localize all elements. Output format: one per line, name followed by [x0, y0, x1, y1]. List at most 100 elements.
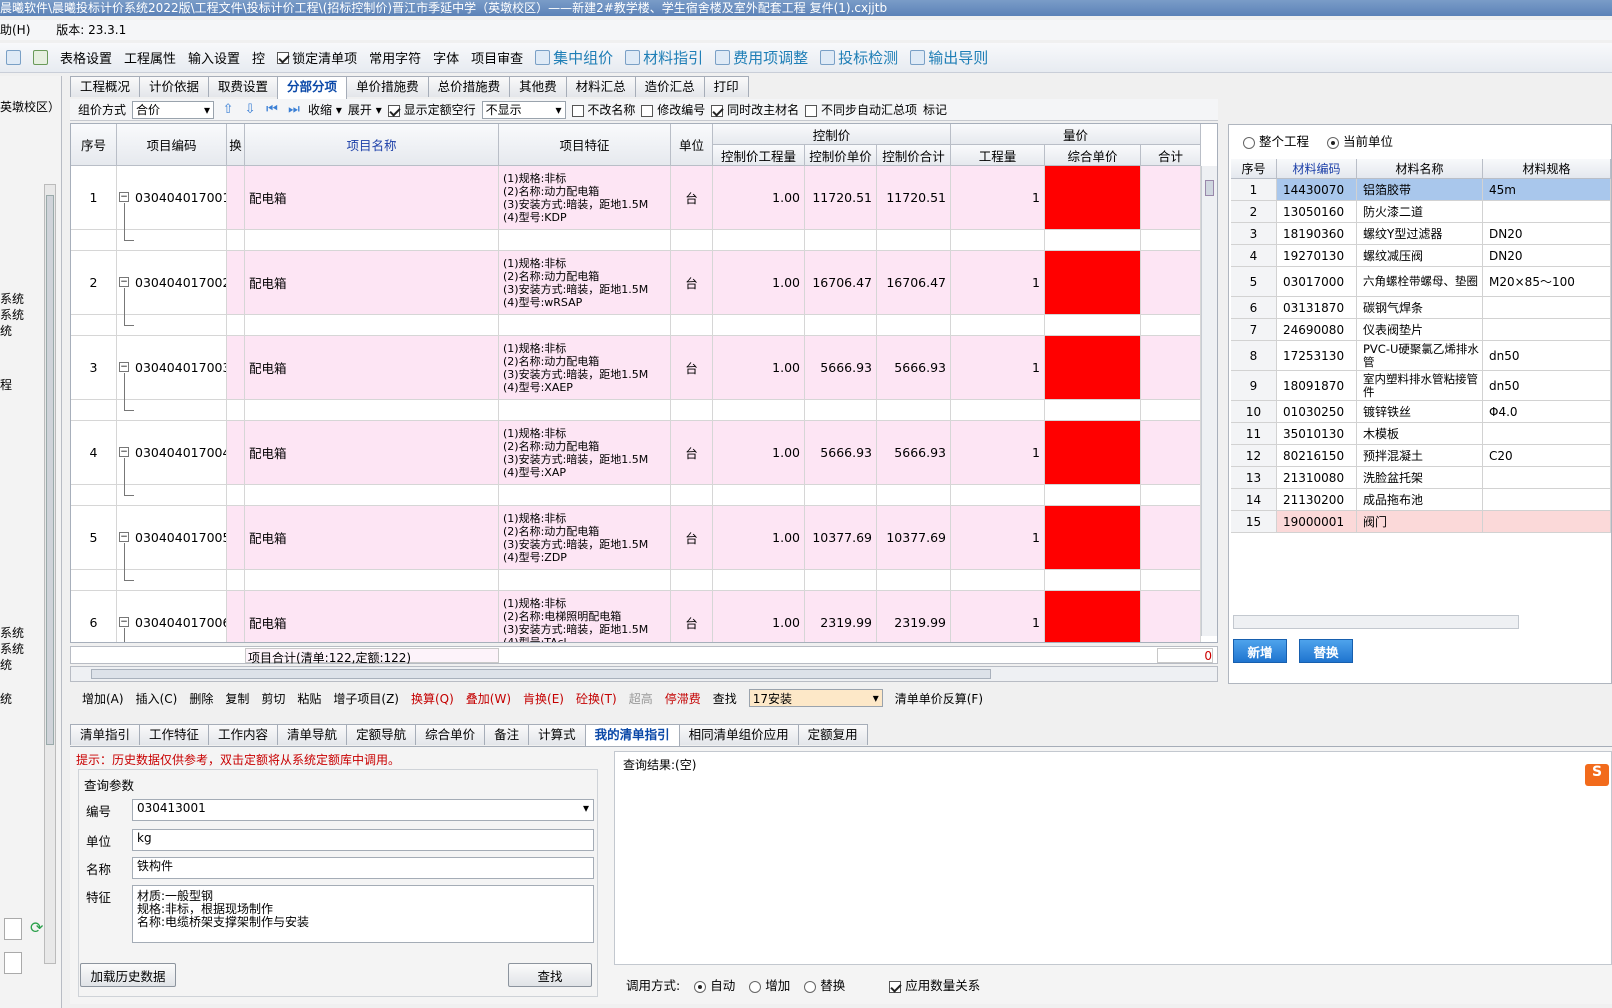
lock-items-checkbox[interactable]: 锁定清单项 [271, 48, 363, 67]
unit-cell[interactable]: 台 [671, 251, 713, 315]
total-cell[interactable] [1141, 506, 1201, 570]
sub-row-cell[interactable] [877, 400, 951, 421]
tab-list-guide[interactable]: 清单指引 [70, 724, 141, 745]
ctrl-total-cell[interactable]: 5666.93 [877, 421, 951, 485]
sync-main-checkbox[interactable]: 同时改主材名 [711, 101, 799, 118]
ctrl-price-cell[interactable]: 10377.69 [805, 506, 877, 570]
ctrl-qty-cell[interactable]: 1.00 [713, 506, 805, 570]
sub-row-cell[interactable] [671, 570, 713, 591]
sub-row-cell[interactable] [71, 570, 117, 591]
unit-field[interactable]: kg [132, 829, 594, 851]
sub-row-cell[interactable] [951, 485, 1045, 506]
checkbox-icon[interactable] [805, 104, 818, 117]
sub-row-cell[interactable] [1141, 485, 1201, 506]
tab-remark[interactable]: 备注 [484, 724, 530, 745]
material-hscrollbar[interactable] [1233, 615, 1519, 629]
col-unit[interactable]: 单位 [671, 124, 713, 166]
checkbox-icon[interactable] [641, 104, 654, 117]
col-ctrl-total[interactable]: 控制价合计 [877, 145, 951, 166]
name-cell[interactable]: 配电箱 [245, 251, 499, 315]
col-mat-name[interactable]: 材料名称 [1357, 159, 1483, 179]
mat-spec-cell[interactable]: Φ4.0 [1483, 401, 1611, 423]
ctrl-price-cell[interactable]: 16706.47 [805, 251, 877, 315]
seq-cell[interactable]: 2 [71, 251, 117, 315]
ctrl-qty-cell[interactable]: 1.00 [713, 421, 805, 485]
checkbox-icon[interactable] [387, 104, 400, 117]
mat-code-cell[interactable]: 03017000 [1277, 267, 1357, 297]
seq-cell[interactable]: 3 [71, 336, 117, 400]
mat-name-cell[interactable]: 螺纹减压阀 [1357, 245, 1483, 267]
tab-same-list[interactable]: 相同清单组价应用 [678, 724, 799, 745]
sub-row-cell[interactable] [1141, 570, 1201, 591]
mat-code-cell[interactable]: 14430070 [1277, 179, 1357, 201]
sub-row-cell[interactable] [227, 570, 245, 591]
input-settings-button[interactable]: 输入设置 [182, 48, 246, 67]
tab-quota-nav[interactable]: 定额导航 [346, 724, 417, 745]
sub-row-cell[interactable] [71, 315, 117, 336]
swap-cell[interactable] [227, 166, 245, 230]
sub-row-cell[interactable] [877, 315, 951, 336]
mat-name-cell[interactable]: 仪表阀垫片 [1357, 319, 1483, 341]
grid-icon[interactable] [0, 50, 27, 65]
sub-row-cell[interactable] [245, 485, 499, 506]
seq-cell[interactable]: 6 [71, 591, 117, 642]
collapse-toggle-icon[interactable]: − [119, 192, 129, 202]
mat-spec-cell[interactable] [1483, 319, 1611, 341]
mat-spec-cell[interactable]: M20×85～100 [1483, 267, 1611, 297]
tab-quota-reuse[interactable]: 定额复用 [797, 724, 868, 745]
sub-row-cell[interactable] [71, 400, 117, 421]
sub-row-cell[interactable] [805, 570, 877, 591]
mat-name-cell[interactable]: 预拌混凝土 [1357, 445, 1483, 467]
sub-row-cell[interactable] [877, 230, 951, 251]
font-button[interactable]: 字体 [427, 48, 465, 67]
sub-row-cell[interactable] [951, 400, 1045, 421]
tab-print[interactable]: 打印 [703, 76, 749, 97]
feature-cell[interactable]: (1)规格:非标 (2)名称:动力配电箱 (3)安装方式:暗装，距地1.5M (… [499, 336, 671, 400]
sub-row-cell[interactable] [245, 315, 499, 336]
unit-price-cell[interactable] [1045, 251, 1141, 315]
tree-node[interactable]: 程 [0, 376, 12, 393]
sub-row-cell[interactable] [713, 400, 805, 421]
seq-cell[interactable]: 1 [71, 166, 117, 230]
radio-icon[interactable] [694, 980, 707, 993]
mat-code-cell[interactable]: 19270130 [1277, 245, 1357, 267]
display-select[interactable]: 不显示 ▾ [481, 100, 566, 119]
mat-name-cell[interactable]: 镀锌铁丝 [1357, 401, 1483, 423]
sub-row-cell[interactable] [227, 230, 245, 251]
sub-row-cell[interactable] [877, 485, 951, 506]
radio-icon[interactable] [1327, 136, 1339, 149]
move-up-icon[interactable]: ⇧ [220, 102, 236, 118]
collapse-toggle-icon[interactable]: − [119, 277, 129, 287]
sub-row-cell[interactable] [1045, 570, 1141, 591]
control-button[interactable]: 控 [246, 48, 271, 67]
fat-swap-button[interactable]: 肯换(E) [523, 690, 564, 707]
unit-price-cell[interactable] [1045, 591, 1141, 642]
col-code[interactable]: 项目编码 [117, 124, 227, 166]
mat-code-cell[interactable]: 21130200 [1277, 489, 1357, 511]
no-rename-checkbox[interactable]: 不改名称 [571, 101, 635, 118]
sub-row-cell[interactable] [1141, 400, 1201, 421]
sub-row-cell[interactable] [805, 485, 877, 506]
checkbox-icon[interactable] [889, 980, 902, 993]
sub-row-cell[interactable] [227, 485, 245, 506]
tab-work-content[interactable]: 工作内容 [208, 724, 279, 745]
mat-spec-cell[interactable]: DN20 [1483, 245, 1611, 267]
mat-name-cell[interactable]: 室内塑料排水管粘接管件 [1357, 371, 1483, 401]
seq-cell[interactable]: 5 [71, 506, 117, 570]
move-last-icon[interactable]: ⏭ [286, 102, 302, 118]
project-review-button[interactable]: 项目审查 [465, 48, 529, 67]
tab-overview[interactable]: 工程概况 [70, 76, 141, 97]
code-field[interactable]: 030413001 ▾ [132, 799, 594, 821]
sub-row-cell[interactable] [245, 230, 499, 251]
sub-row-cell[interactable] [1141, 230, 1201, 251]
name-field[interactable]: 铁构件 [132, 857, 594, 879]
mat-seq-cell[interactable]: 1 [1231, 179, 1277, 201]
mat-code-cell[interactable]: 21310080 [1277, 467, 1357, 489]
mat-seq-cell[interactable]: 6 [1231, 297, 1277, 319]
apply-qty-checkbox[interactable]: 应用数量关系 [889, 975, 980, 994]
col-feature[interactable]: 项目特征 [499, 124, 671, 166]
name-cell[interactable]: 配电箱 [245, 166, 499, 230]
tree-scrollbar[interactable] [44, 184, 56, 964]
col-mat-seq[interactable]: 序号 [1231, 159, 1277, 179]
mat-code-cell[interactable]: 19000001 [1277, 511, 1357, 533]
